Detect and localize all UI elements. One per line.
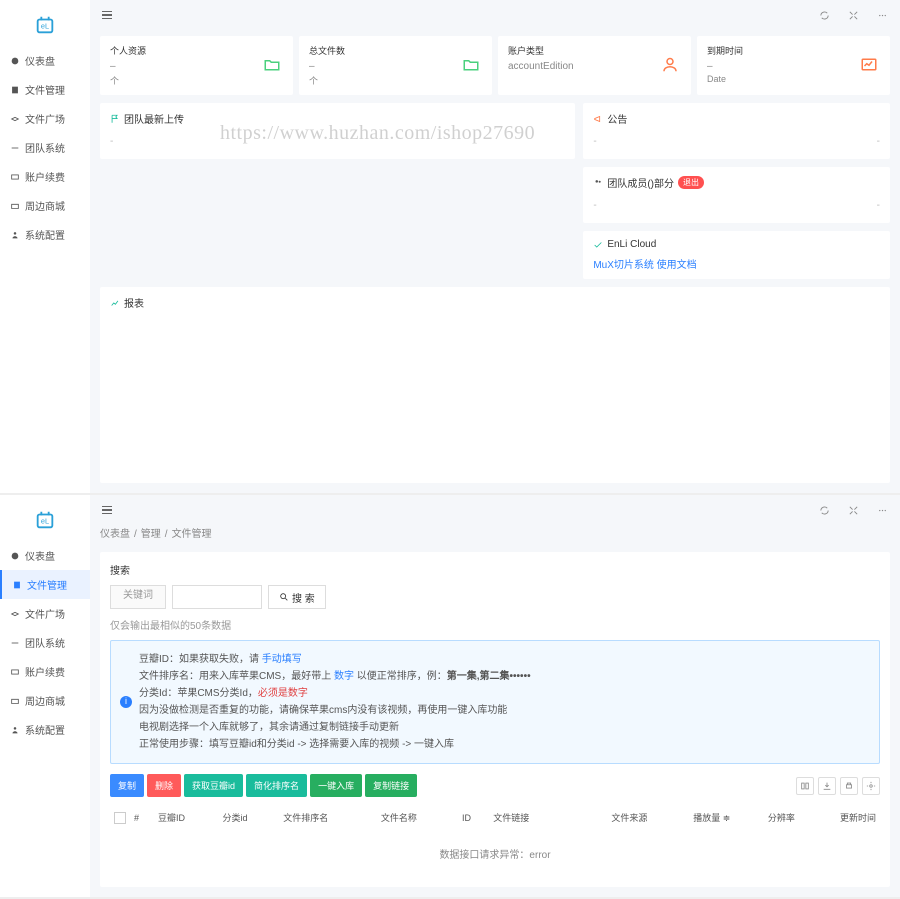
info-icon: i bbox=[120, 696, 132, 708]
stats-row: 个人资源 – 个 总文件数 – 个 账户类型 accountEdition bbox=[100, 36, 890, 95]
doc-link[interactable]: MuX切片系统 使用文档 bbox=[593, 256, 880, 271]
sidebar-item-dashboard[interactable]: 仪表盘 bbox=[0, 541, 90, 570]
sidebar-item-files[interactable]: 文件管理 bbox=[0, 75, 90, 104]
table-header[interactable]: 分类id bbox=[218, 805, 279, 830]
info-box: i 豆瓣ID：如果获取失败，请 手动填写 文件排序名：用来入库苹果CMS，最好带… bbox=[110, 640, 880, 764]
sidebar-item-dashboard[interactable]: 仪表盘 bbox=[0, 46, 90, 75]
more-icon[interactable] bbox=[877, 10, 888, 21]
file-management-screen: eL 仪表盘 文件管理 文件广场 团队系统 账户续费 周边商城 系统配置 bbox=[0, 495, 900, 899]
stats-icon bbox=[860, 55, 878, 73]
sidebar-item-team[interactable]: 团队系统 bbox=[0, 133, 90, 162]
user-icon bbox=[661, 55, 679, 73]
search-hint: 仅会输出最相似的50条数据 bbox=[110, 617, 880, 632]
breadcrumb: 仪表盘/管理/文件管理 bbox=[90, 525, 900, 546]
import-button[interactable]: 一键入库 bbox=[310, 774, 362, 797]
sidebar: eL 仪表盘 文件管理 文件广场 团队系统 账户续费 周边商城 系统配置 bbox=[0, 0, 90, 493]
folder-icon bbox=[263, 55, 281, 73]
topbar bbox=[90, 495, 900, 525]
breadcrumb-item: 文件管理 bbox=[172, 529, 212, 540]
breadcrumb-item[interactable]: 管理 bbox=[141, 529, 161, 540]
refresh-icon[interactable] bbox=[819, 505, 830, 516]
megaphone-icon bbox=[593, 114, 603, 124]
delete-button[interactable]: 删除 bbox=[147, 774, 181, 797]
announce-panel: 公告 -- bbox=[583, 103, 890, 159]
columns-icon[interactable] bbox=[796, 777, 814, 795]
table-header[interactable]: 豆瓣ID bbox=[154, 805, 218, 830]
search-panel: 搜索 关键词 搜 索 仅会输出最相似的50条数据 i 豆瓣ID：如果获取失败，请… bbox=[100, 552, 890, 887]
sidebar-item-settings[interactable]: 系统配置 bbox=[0, 220, 90, 249]
stat-total: 总文件数 – 个 bbox=[299, 36, 492, 95]
table-header[interactable]: 文件名称 bbox=[377, 805, 458, 830]
check-icon bbox=[593, 240, 603, 250]
flag-icon bbox=[110, 114, 120, 124]
topbar bbox=[90, 0, 900, 30]
members-panel: 团队成员()部分 退出 -- bbox=[583, 167, 890, 223]
breadcrumb-item[interactable]: 仪表盘 bbox=[100, 529, 130, 540]
folder-icon bbox=[462, 55, 480, 73]
table-header[interactable]: 分辨率 bbox=[734, 805, 798, 830]
table-header[interactable]: 更新时间 bbox=[799, 805, 880, 830]
hamburger-icon[interactable] bbox=[102, 11, 112, 20]
sidebar-item-team[interactable]: 团队系统 bbox=[0, 628, 90, 657]
hamburger-icon[interactable] bbox=[102, 506, 112, 515]
chart-icon bbox=[110, 298, 120, 308]
svg-text:eL: eL bbox=[41, 22, 49, 31]
exit-badge[interactable]: 退出 bbox=[678, 176, 704, 189]
export-icon[interactable] bbox=[818, 777, 836, 795]
print-icon[interactable] bbox=[840, 777, 858, 795]
stat-expire: 到期时间 – Date bbox=[697, 36, 890, 95]
file-table: # 豆瓣ID 分类id 文件排序名 文件名称 ID 文件链接 文件来源 播放量 … bbox=[110, 805, 880, 830]
copy-button[interactable]: 复制 bbox=[110, 774, 144, 797]
search-input[interactable] bbox=[172, 585, 262, 609]
sidebar-item-billing[interactable]: 账户续费 bbox=[0, 162, 90, 191]
more-icon[interactable] bbox=[877, 505, 888, 516]
toolbar: 复制 删除 获取豆瓣id 简化排序名 一键入库 复制链接 bbox=[110, 764, 880, 805]
table-header[interactable]: # bbox=[130, 805, 154, 830]
simplify-button[interactable]: 简化排序名 bbox=[246, 774, 307, 797]
refresh-icon[interactable] bbox=[819, 10, 830, 21]
sidebar: eL 仪表盘 文件管理 文件广场 团队系统 账户续费 周边商城 系统配置 bbox=[0, 495, 90, 897]
select-all-checkbox[interactable] bbox=[114, 812, 126, 824]
sidebar-item-square[interactable]: 文件广场 bbox=[0, 599, 90, 628]
table-header[interactable]: ID bbox=[458, 805, 489, 830]
error-message: 数据接口请求异常：error bbox=[110, 830, 880, 877]
stat-account: 账户类型 accountEdition bbox=[498, 36, 691, 95]
enli-panel: EnLi Cloud MuX切片系统 使用文档 bbox=[583, 231, 890, 279]
group-icon bbox=[593, 178, 603, 188]
sidebar-item-billing[interactable]: 账户续费 bbox=[0, 657, 90, 686]
table-header[interactable]: 文件链接 bbox=[489, 805, 570, 830]
search-button[interactable]: 搜 索 bbox=[268, 585, 326, 609]
settings-icon[interactable] bbox=[862, 777, 880, 795]
report-panel: 报表 bbox=[100, 287, 890, 483]
main-area: 仪表盘/管理/文件管理 搜索 关键词 搜 索 仅会输出最相似的50条数据 i 豆… bbox=[90, 495, 900, 897]
dashboard-screen: https://www.huzhan.com/ishop27690 eL 仪表盘… bbox=[0, 0, 900, 495]
fullscreen-icon[interactable] bbox=[848, 10, 859, 21]
upload-panel: 团队最新上传 - bbox=[100, 103, 575, 159]
stat-personal: 个人资源 – 个 bbox=[100, 36, 293, 95]
sidebar-item-shop[interactable]: 周边商城 bbox=[0, 686, 90, 715]
fullscreen-icon[interactable] bbox=[848, 505, 859, 516]
copy-link-button[interactable]: 复制链接 bbox=[365, 774, 417, 797]
sidebar-item-square[interactable]: 文件广场 bbox=[0, 104, 90, 133]
table-header[interactable]: 文件来源 bbox=[570, 805, 651, 830]
get-douban-button[interactable]: 获取豆瓣id bbox=[184, 774, 243, 797]
keyword-label: 关键词 bbox=[110, 585, 166, 609]
table-header[interactable]: 文件排序名 bbox=[279, 805, 377, 830]
svg-text:eL: eL bbox=[41, 517, 49, 526]
sidebar-item-settings[interactable]: 系统配置 bbox=[0, 715, 90, 744]
table-header[interactable]: 播放量 ≑ bbox=[651, 805, 734, 830]
logo[interactable]: eL bbox=[0, 8, 90, 46]
sidebar-item-shop[interactable]: 周边商城 bbox=[0, 191, 90, 220]
main-area: 个人资源 – 个 总文件数 – 个 账户类型 accountEdition bbox=[90, 0, 900, 493]
sidebar-item-files[interactable]: 文件管理 bbox=[0, 570, 90, 599]
logo[interactable]: eL bbox=[0, 503, 90, 541]
